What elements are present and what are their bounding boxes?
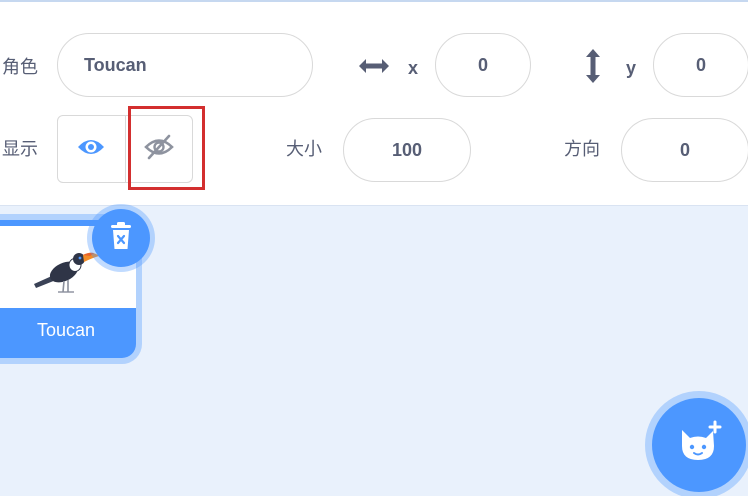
x-input[interactable]: 0 (435, 33, 531, 97)
size-value: 100 (391, 139, 423, 160)
direction-input[interactable]: 0 (621, 118, 748, 182)
sprite-info-panel: 角色 Toucan x 0 y 0 显示 大小 100 方向 0 (0, 0, 748, 206)
cat-plus-icon (674, 420, 724, 471)
show-label: 显示 (2, 139, 38, 160)
size-label: 大小 (286, 139, 322, 160)
choose-sprite-button[interactable] (652, 398, 746, 492)
direction-value: 0 (679, 139, 690, 160)
x-label: x (408, 58, 419, 78)
sprite-name-value: Toucan (84, 54, 147, 75)
eye-icon (77, 137, 105, 162)
hide-button-highlight (128, 106, 205, 190)
delete-sprite-button[interactable] (92, 209, 150, 267)
trash-icon (108, 221, 134, 256)
sprite-name: Toucan (36, 319, 96, 340)
size-input[interactable]: 100 (343, 118, 471, 182)
sprite-name-input[interactable]: Toucan (57, 33, 313, 97)
y-input[interactable]: 0 (653, 33, 748, 97)
sprite-name-label: 角色 (2, 57, 38, 78)
horizontal-arrows-icon (356, 54, 392, 78)
x-value: 0 (477, 54, 488, 75)
y-label: y (626, 58, 637, 78)
y-value: 0 (695, 54, 706, 75)
direction-label: 方向 (564, 139, 600, 160)
vertical-arrows-icon (582, 46, 604, 86)
show-button[interactable] (58, 116, 125, 182)
